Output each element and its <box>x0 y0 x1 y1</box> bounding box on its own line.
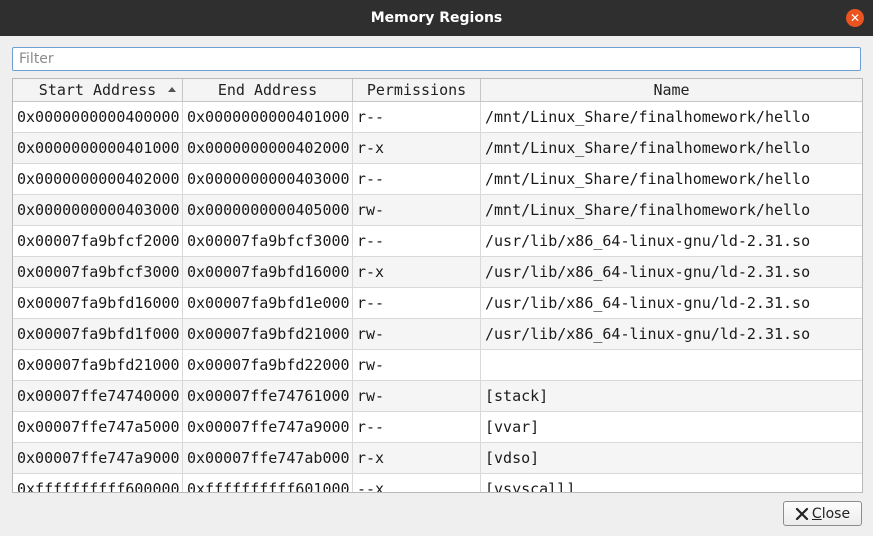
window-title: Memory Regions <box>370 10 503 26</box>
cell-name: /usr/lib/x86_64-linux-gnu/ld-2.31.so <box>485 263 811 281</box>
cell-name: [vvar] <box>485 418 540 436</box>
cell-permissions: r-x <box>353 257 481 287</box>
cell-end-address: 0x00007ffe74761000 <box>183 381 353 411</box>
cell-end-address: 0x0000000000401000 <box>183 102 353 132</box>
table-body: 0x0000000000400000 0x0000000000401000 r-- /… <box>13 102 862 493</box>
cell-name: /mnt/Linux_Share/finalhomework/hello <box>485 139 811 157</box>
cell-permissions: r-- <box>353 412 481 442</box>
cell-permissions: --x <box>353 474 481 492</box>
header-name[interactable]: Name <box>481 79 862 101</box>
cell-start-address: 0x00007ffe747a9000 <box>13 443 183 473</box>
cell-name: [stack] <box>485 387 549 405</box>
cell-name <box>481 350 862 380</box>
cell-name: /mnt/Linux_Share/finalhomework/hello <box>485 201 811 219</box>
cell-start-address: 0x00007fa9bfd16000 <box>13 288 183 318</box>
cell-permissions: rw- <box>353 319 481 349</box>
table-row[interactable]: 0x00007fa9bfd1f000 0x00007fa9bfd21000 rw- /… <box>13 319 862 350</box>
cell-start-address: 0xffffffffff600000 <box>13 474 183 492</box>
cell-end-address: 0x00007ffe747a9000 <box>183 412 353 442</box>
cell-permissions: r-x <box>353 443 481 473</box>
cell-start-address: 0x0000000000402000 <box>13 164 183 194</box>
table-row[interactable]: 0x00007fa9bfd21000 0x00007fa9bfd22000 rw- <box>13 350 862 381</box>
cell-permissions: r-- <box>353 164 481 194</box>
cell-permissions: rw- <box>353 350 481 380</box>
header-start-address[interactable]: Start Address <box>13 79 183 101</box>
cell-permissions: r-- <box>353 226 481 256</box>
close-icon <box>795 507 809 520</box>
cell-name: /mnt/Linux_Share/finalhomework/hello <box>485 170 811 188</box>
header-end-address[interactable]: End Address <box>183 79 353 101</box>
cell-end-address: 0x00007ffe747ab000 <box>183 443 353 473</box>
cell-end-address: 0x00007fa9bfd16000 <box>183 257 353 287</box>
close-button-label: Close <box>811 505 851 522</box>
cell-end-address: 0x00007fa9bfd1e000 <box>183 288 353 318</box>
cell-start-address: 0x00007fa9bfd1f000 <box>13 319 183 349</box>
cell-start-address: 0x0000000000401000 <box>13 133 183 163</box>
cell-name: /usr/lib/x86_64-linux-gnu/ld-2.31.so <box>485 232 811 250</box>
cell-start-address: 0x00007fa9bfd21000 <box>13 350 183 380</box>
table-row[interactable]: 0xffffffffff600000 0xffffffffff601000 --x [… <box>13 474 862 493</box>
cell-permissions: r-- <box>353 288 481 318</box>
cell-end-address: 0x0000000000405000 <box>183 195 353 225</box>
cell-name: [vsyscall] <box>485 480 576 493</box>
cell-start-address: 0x00007ffe74740000 <box>13 381 183 411</box>
header-permissions[interactable]: Permissions <box>353 79 481 101</box>
memory-regions-table: Start Address End Address Permissions Na… <box>12 78 863 493</box>
cell-start-address: 0x0000000000403000 <box>13 195 183 225</box>
filter-input[interactable] <box>12 47 861 71</box>
window-close-icon[interactable]: ✕ <box>846 9 864 27</box>
cell-name: [vdso] <box>485 449 540 467</box>
cell-permissions: rw- <box>353 381 481 411</box>
cell-name: /usr/lib/x86_64-linux-gnu/ld-2.31.so <box>485 294 811 312</box>
cell-end-address: 0x00007fa9bfd22000 <box>183 350 353 380</box>
cell-end-address: 0x00007fa9bfd21000 <box>183 319 353 349</box>
cell-start-address: 0x00007fa9bfcf3000 <box>13 257 183 287</box>
table-header: Start Address End Address Permissions Na… <box>13 79 862 102</box>
cell-end-address: 0x00007fa9bfcf3000 <box>183 226 353 256</box>
table-row[interactable]: 0x00007fa9bfcf2000 0x00007fa9bfcf3000 r-- /… <box>13 226 862 257</box>
table-row[interactable]: 0x0000000000400000 0x0000000000401000 r-- /… <box>13 102 862 133</box>
table-row[interactable]: 0x00007ffe747a5000 0x00007ffe747a9000 r--[… <box>13 412 862 443</box>
memory-regions-dialog: Memory Regions ✕ Start Address End Addre… <box>0 0 873 536</box>
cell-end-address: 0x0000000000402000 <box>183 133 353 163</box>
title-bar: Memory Regions ✕ <box>0 0 873 36</box>
cell-name: /usr/lib/x86_64-linux-gnu/ld-2.31.so <box>485 325 811 343</box>
table-row[interactable]: 0x00007fa9bfcf3000 0x00007fa9bfd16000 r-x /… <box>13 257 862 288</box>
cell-name: /mnt/Linux_Share/finalhomework/hello <box>485 108 811 126</box>
table-row[interactable]: 0x0000000000401000 0x0000000000402000 r-x /… <box>13 133 862 164</box>
cell-start-address: 0x0000000000400000 <box>13 102 183 132</box>
cell-permissions: r-x <box>353 133 481 163</box>
cell-end-address: 0xffffffffff601000 <box>183 474 353 492</box>
table-row[interactable]: 0x00007fa9bfd16000 0x00007fa9bfd1e000 r-- /… <box>13 288 862 319</box>
sort-ascending-icon <box>168 87 176 92</box>
cell-permissions: rw- <box>353 195 481 225</box>
cell-permissions: r-- <box>353 102 481 132</box>
table-row[interactable]: 0x0000000000402000 0x0000000000403000 r-- /… <box>13 164 862 195</box>
cell-end-address: 0x0000000000403000 <box>183 164 353 194</box>
table-row[interactable]: 0x00007ffe74740000 0x00007ffe74761000 rw-[… <box>13 381 862 412</box>
cell-start-address: 0x00007ffe747a5000 <box>13 412 183 442</box>
table-row[interactable]: 0x00007ffe747a9000 0x00007ffe747ab000 r-x[… <box>13 443 862 474</box>
cell-start-address: 0x00007fa9bfcf2000 <box>13 226 183 256</box>
table-row[interactable]: 0x0000000000403000 0x0000000000405000 rw- /… <box>13 195 862 226</box>
close-button[interactable]: Close <box>783 501 862 526</box>
